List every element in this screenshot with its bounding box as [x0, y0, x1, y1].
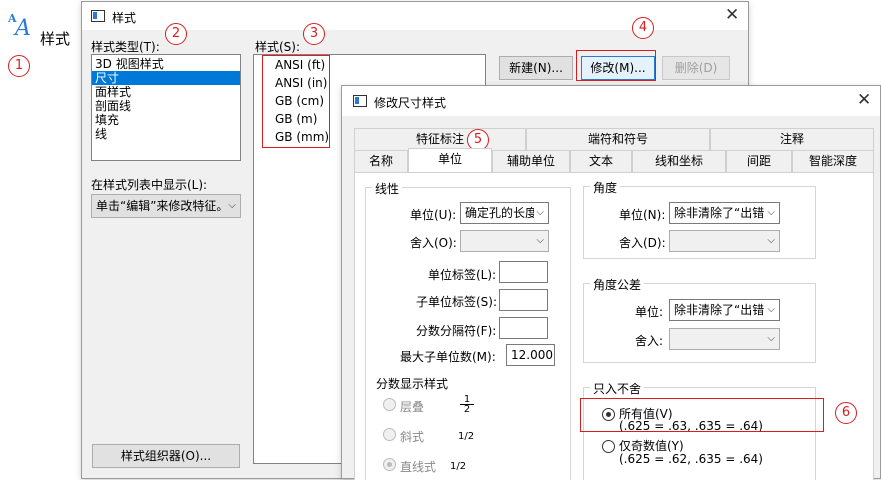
linear-unit-label: 单位(U): — [410, 208, 457, 222]
angle-group-title: 角度 — [590, 179, 621, 196]
fraction-style-title: 分数显示样式 — [376, 377, 449, 391]
app-style-icon[interactable]: A A — [6, 12, 38, 41]
style-type-item[interactable]: 线 — [92, 127, 240, 141]
tab-notes[interactable]: 注释 — [710, 128, 874, 150]
fraction-diagonal-radio[interactable] — [383, 428, 396, 441]
fraction-separator-label: 分数分隔符(F): — [416, 324, 497, 338]
annotation-marker-2: 2 — [165, 23, 187, 45]
style-type-label: 样式类型(T): — [91, 40, 160, 54]
annotation-box-modify-button — [576, 50, 656, 81]
annotation-marker-3: 3 — [303, 23, 325, 45]
angle-unit-select[interactable]: 除非清除了“出错 ⌵ — [669, 202, 780, 224]
linear-round-label: 舍入(O): — [410, 236, 457, 250]
max-subunits-field[interactable]: 12.000 — [506, 344, 555, 366]
round-odd-values-radio[interactable] — [602, 440, 615, 453]
linear-unit-value: 确定孔的长度 — [465, 206, 538, 220]
modify-dialog-titlebar[interactable]: 修改尺寸样式 ✕ — [342, 86, 880, 116]
fraction-stacked-label: 层叠 — [400, 400, 425, 414]
angle-tol-unit-value: 除非清除了“出错 — [674, 303, 765, 317]
tab-lines-coords[interactable]: 线和坐标 — [632, 150, 726, 172]
subunit-tag-field[interactable] — [499, 289, 548, 311]
angle-unit-value: 除非清除了“出错 — [674, 206, 765, 220]
show-in-list-value: 单击“编辑”来修改特征。 — [96, 199, 229, 213]
round-odd-values-example: (.625 = .62, .635 = .64) — [619, 452, 763, 466]
angle-round-label: 舍入(D): — [619, 236, 666, 250]
round-up-title: 只入不舍 — [590, 380, 645, 397]
styles-a-icon-large: A — [15, 16, 31, 41]
tab-spacing[interactable]: 间距 — [726, 150, 792, 172]
annotation-marker-6: 6 — [835, 402, 857, 424]
fraction-denominator: 2 — [463, 404, 471, 415]
new-button[interactable]: 新建(N)... — [499, 56, 573, 80]
fraction-horizontal-label: 直线式 — [400, 460, 437, 474]
chevron-down-icon: ⌵ — [767, 235, 775, 246]
unit-tag-field[interactable] — [499, 261, 548, 283]
fraction-separator-field[interactable] — [499, 317, 548, 339]
linear-group-title: 线性 — [372, 180, 403, 197]
annotation-box-styles-list — [262, 55, 330, 148]
tab-units[interactable]: 单位 — [408, 148, 492, 172]
tab-aux-units[interactable]: 辅助单位 — [492, 150, 570, 172]
styles-label: 样式(S): — [255, 40, 301, 54]
window-icon — [353, 95, 367, 107]
fraction-stacked-sample: 1 2 — [460, 395, 474, 415]
angle-unit-label: 单位(N): — [619, 208, 666, 222]
chevron-down-icon: ⌵ — [226, 195, 236, 217]
fraction-horizontal-sample: 1/2 — [450, 461, 467, 472]
linear-unit-select[interactable]: 确定孔的长度 ⌵ — [460, 202, 549, 224]
angle-tol-round-select[interactable]: ⌵ — [669, 328, 780, 350]
annotation-box-all-values — [580, 398, 824, 432]
tab-name[interactable]: 名称 — [354, 150, 408, 172]
linear-round-select[interactable]: ⌵ — [460, 230, 549, 252]
angle-round-select[interactable]: ⌵ — [669, 230, 780, 252]
subunit-tag-label: 子单位标签(S): — [416, 295, 498, 309]
chevron-down-icon: ⌵ — [765, 203, 775, 223]
window-icon — [91, 10, 105, 22]
style-type-list[interactable]: 3D 视图样式 尺寸 面样式 剖面线 填充 线 — [91, 54, 241, 161]
fraction-horizontal-radio[interactable] — [383, 458, 396, 471]
angle-tol-unit-label: 单位: — [635, 305, 664, 319]
chevron-down-icon: ⌵ — [534, 203, 544, 223]
angle-tol-unit-select[interactable]: 除非清除了“出错 ⌵ — [669, 299, 780, 321]
annotation-marker-1: 1 — [8, 55, 30, 77]
chevron-down-icon: ⌵ — [536, 235, 544, 246]
tab-feature-annotation[interactable]: 特征标注 — [354, 128, 526, 150]
fraction-diagonal-label: 斜式 — [400, 430, 425, 444]
style-type-item[interactable]: 面样式 — [92, 85, 240, 99]
tab-smart-depth[interactable]: 智能深度 — [792, 150, 874, 172]
style-type-item[interactable]: 3D 视图样式 — [92, 57, 240, 71]
max-subunits-label: 最大子单位数(M): — [400, 350, 496, 364]
tab-text[interactable]: 文本 — [570, 150, 632, 172]
show-in-list-label: 在样式列表中显示(L): — [91, 178, 208, 192]
app-style-label: 样式 — [40, 30, 71, 48]
fraction-diagonal-sample: 1/2 — [458, 431, 475, 442]
angle-tolerance-group: 角度公差 — [583, 276, 816, 363]
style-type-item[interactable]: 填充 — [92, 113, 240, 127]
close-icon[interactable]: ✕ — [857, 92, 871, 109]
styles-dialog-title: 样式 — [112, 11, 137, 25]
tab-end-symbols[interactable]: 端符和符号 — [526, 128, 710, 150]
style-type-item[interactable]: 剖面线 — [92, 99, 240, 113]
angle-tolerance-title: 角度公差 — [590, 276, 645, 293]
show-in-list-select[interactable]: 单击“编辑”来修改特征。 ⌵ — [91, 194, 241, 218]
close-icon[interactable]: ✕ — [725, 7, 739, 24]
delete-button[interactable]: 删除(D) — [662, 56, 730, 80]
unit-tag-label: 单位标签(L): — [428, 268, 497, 282]
modify-dialog-title: 修改尺寸样式 — [374, 96, 447, 110]
chevron-down-icon: ⌵ — [765, 300, 775, 320]
style-organizer-button[interactable]: 样式组织器(O)... — [92, 444, 240, 468]
angle-tol-round-label: 舍入: — [635, 334, 664, 348]
annotation-marker-4: 4 — [632, 17, 654, 39]
fraction-stacked-radio[interactable] — [383, 398, 396, 411]
chevron-down-icon: ⌵ — [767, 333, 775, 344]
style-type-item-selected[interactable]: 尺寸 — [92, 71, 240, 85]
